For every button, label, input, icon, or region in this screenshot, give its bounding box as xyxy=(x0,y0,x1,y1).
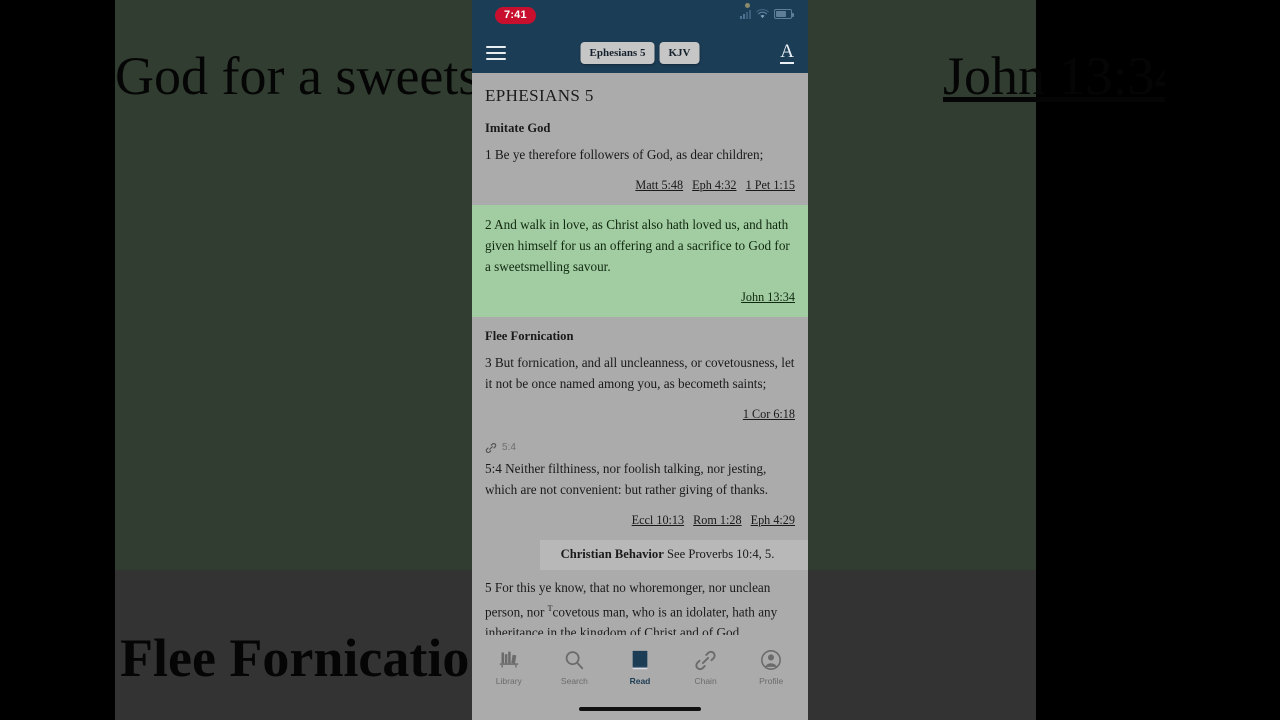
backdrop-left: God for a sweets Flee Fornicatio 3 But f… xyxy=(115,0,472,720)
scripture-section: 5:4 Neither filthiness, nor foolish talk… xyxy=(472,458,808,540)
scripture-section: 5 For this ye know, that no whoremonger,… xyxy=(472,570,808,635)
tab-profile[interactable]: Profile xyxy=(742,647,800,686)
study-note-text: See Proverbs 10:4, 5. xyxy=(666,547,775,561)
tab-label: Read xyxy=(629,676,651,686)
tab-label: Search xyxy=(560,676,588,686)
font-size-button[interactable]: A xyxy=(780,42,794,64)
cross-reference-link[interactable]: Eccl 10:13 xyxy=(632,513,684,527)
recording-dot-icon xyxy=(745,3,750,8)
chain-marker-row[interactable]: 5:4 xyxy=(472,434,808,458)
scripture-reader[interactable]: EPHESIANS 5 Imitate God 1 Be ye therefor… xyxy=(472,73,808,635)
tab-label: Chain xyxy=(694,676,717,686)
status-time: 7:41 xyxy=(495,7,536,24)
library-books-icon xyxy=(498,647,520,673)
cross-reference-link[interactable]: Eph 4:32 xyxy=(692,178,736,192)
status-bar: 7:41 xyxy=(472,0,808,33)
cross-reference-link[interactable]: Eph 4:29 xyxy=(751,513,795,527)
status-icon-group xyxy=(740,9,794,19)
reference-selector-group: Ephesians 5 KJV xyxy=(580,42,700,64)
scripture-section: EPHESIANS 5 Imitate God 1 Be ye therefor… xyxy=(472,73,808,205)
tab-search[interactable]: Search xyxy=(545,647,603,686)
cross-reference-link[interactable]: Matt 5:48 xyxy=(635,178,683,192)
battery-icon xyxy=(774,9,794,19)
home-indicator-bar xyxy=(579,707,701,711)
cross-reference-link[interactable]: Rom 1:28 xyxy=(693,513,741,527)
chain-link-icon xyxy=(694,647,717,673)
cross-reference-link[interactable]: John 13:34 xyxy=(741,290,795,304)
tab-library[interactable]: Library xyxy=(480,647,538,686)
book-chapter-button[interactable]: Ephesians 5 xyxy=(580,42,655,64)
cross-reference-link[interactable]: 1 Cor 6:18 xyxy=(743,407,795,421)
bottom-navigation: Library Search Read Chain Profile xyxy=(472,635,808,698)
backdrop-text: John 13:34 xyxy=(943,46,1165,106)
study-note-band[interactable]: Christian Behavior See Proverbs 10:4, 5. xyxy=(540,540,808,570)
section-heading: Imitate God xyxy=(485,121,551,135)
scripture-section: Flee Fornication 3 But fornication, and … xyxy=(472,317,808,434)
cross-reference-link[interactable]: 1 Pet 1:15 xyxy=(746,178,795,192)
verse-text[interactable]: 2 And walk in love, as Christ also hath … xyxy=(485,205,795,279)
tab-label: Profile xyxy=(759,676,784,686)
backdrop-text: Flee Fornicatio xyxy=(120,628,470,688)
tab-label: Library xyxy=(495,676,522,686)
scripture-section-highlighted: 2 And walk in love, as Christ also hath … xyxy=(472,205,808,317)
phone-viewport: 7:41 Ephesians 5 KJV A EPHESIANS 5 Imita… xyxy=(472,0,808,720)
verse-text[interactable]: 5 For this ye know, that no whoremonger,… xyxy=(485,570,795,635)
hamburger-menu-icon[interactable] xyxy=(486,42,506,64)
search-magnifier-icon xyxy=(563,647,585,673)
study-note-title: Christian Behavior xyxy=(560,547,664,561)
chain-marker-label: 5:4 xyxy=(502,442,516,453)
cross-reference-row: Eccl 10:13 Rom 1:28 Eph 4:29 xyxy=(485,502,795,540)
verse-text[interactable]: 5:4 Neither filthiness, nor foolish talk… xyxy=(485,458,795,502)
chain-link-icon xyxy=(485,442,497,453)
tab-chain[interactable]: Chain xyxy=(677,647,735,686)
wifi-icon xyxy=(756,9,769,19)
cross-reference-row: Matt 5:48 Eph 4:32 1 Pet 1:15 xyxy=(485,167,795,205)
profile-person-icon xyxy=(760,647,782,673)
verse-text[interactable]: 3 But fornication, and all uncleanness, … xyxy=(485,352,795,396)
cross-reference-row: John 13:34 xyxy=(485,279,795,317)
home-indicator[interactable] xyxy=(472,698,808,720)
signal-icon xyxy=(740,10,751,19)
tab-read[interactable]: Read xyxy=(611,647,669,686)
page-title: EPHESIANS 5 xyxy=(485,86,594,105)
cross-reference-row: 1 Cor 6:18 xyxy=(485,396,795,434)
app-header: Ephesians 5 KJV A xyxy=(472,33,808,73)
translation-button[interactable]: KJV xyxy=(659,42,700,64)
verse-text[interactable]: 1 Be ye therefore followers of God, as d… xyxy=(485,144,795,167)
backdrop-text: God for a sweets xyxy=(115,46,472,106)
read-book-icon xyxy=(629,647,651,673)
backdrop-right: John 13:34 or among you, as 1 Cor 6:18 i… xyxy=(808,0,1165,720)
screen-root: God for a sweets Flee Fornicatio 3 But f… xyxy=(0,0,1280,720)
section-heading: Flee Fornication xyxy=(485,329,574,343)
